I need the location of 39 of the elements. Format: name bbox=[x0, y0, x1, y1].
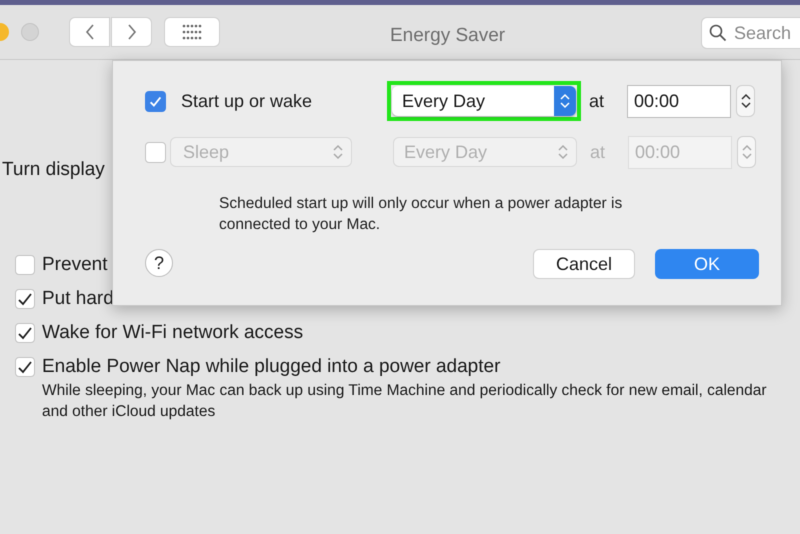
schedule-note: Scheduled start up will only occur when a power adapter is connected to your Mac. bbox=[219, 194, 624, 235]
checkbox[interactable] bbox=[15, 323, 35, 343]
help-button[interactable]: ? bbox=[145, 249, 173, 277]
search-field[interactable]: Search bbox=[701, 17, 800, 49]
frequency-popup[interactable]: Every Day bbox=[392, 86, 576, 116]
ok-button[interactable]: OK bbox=[655, 249, 759, 279]
option-label: Put hard bbox=[42, 286, 114, 311]
up-down-arrows-icon bbox=[333, 143, 343, 161]
up-down-arrows-icon bbox=[742, 143, 752, 161]
time-stepper[interactable] bbox=[736, 85, 755, 117]
at-label: at bbox=[589, 90, 606, 112]
chevron-right-icon bbox=[126, 24, 136, 40]
grid-icon bbox=[182, 24, 202, 40]
setting-label: Turn display bbox=[2, 159, 105, 180]
option-label: Wake for Wi-Fi network access bbox=[42, 320, 304, 345]
up-down-arrows-icon bbox=[558, 143, 568, 161]
checkmark-icon bbox=[16, 359, 34, 375]
window-title: Energy Saver bbox=[390, 24, 506, 48]
checkbox[interactable] bbox=[145, 90, 166, 112]
up-down-arrows-icon bbox=[740, 92, 750, 110]
cancel-button[interactable]: Cancel bbox=[533, 249, 635, 279]
checkmark-icon bbox=[16, 291, 34, 307]
checkmark-icon bbox=[16, 325, 34, 341]
event-label: Start up or wake bbox=[181, 90, 314, 113]
checkmark-icon bbox=[148, 94, 163, 108]
time-field[interactable]: 00:00 bbox=[627, 84, 731, 118]
option-label: Prevent bbox=[42, 252, 108, 277]
checkbox[interactable] bbox=[15, 255, 35, 275]
option-label: Enable Power Nap while plugged into a power adapter bbox=[42, 354, 500, 379]
option-description: While sleeping, your Mac can back up using Time Machine and periodically check for new email, calendar and other iCloud updates bbox=[42, 381, 768, 422]
at-label: at bbox=[590, 140, 606, 164]
forward-button[interactable] bbox=[111, 17, 152, 47]
search-icon bbox=[709, 24, 727, 42]
show-all-button[interactable] bbox=[164, 17, 220, 47]
chevron-left-icon bbox=[84, 24, 94, 40]
back-button[interactable] bbox=[69, 17, 110, 47]
checkbox[interactable] bbox=[15, 289, 35, 309]
checkbox[interactable] bbox=[15, 357, 35, 377]
up-down-arrows-icon bbox=[560, 92, 570, 110]
